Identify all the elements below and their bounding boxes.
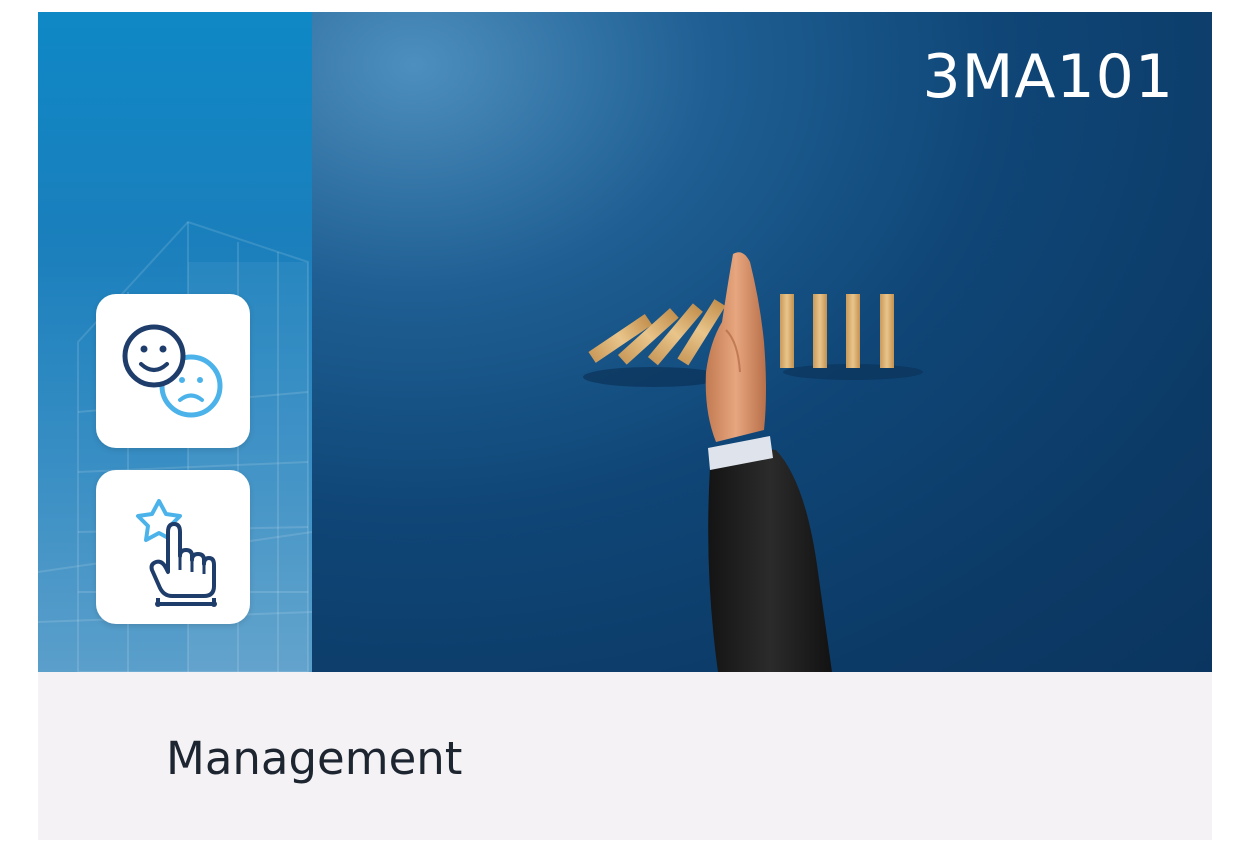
course-hero-image: 3MA101 <box>38 12 1212 672</box>
feedback-tile[interactable] <box>96 294 250 448</box>
course-title[interactable]: Management <box>166 732 462 785</box>
side-panel <box>38 12 312 672</box>
fallen-dominoes <box>588 299 726 366</box>
course-code: 3MA101 <box>922 42 1174 112</box>
course-card[interactable]: 3MA101 Management <box>38 12 1212 840</box>
rating-tile[interactable] <box>96 470 250 624</box>
smiley-frowny-feedback-icon <box>122 324 223 418</box>
standing-dominoes <box>780 294 894 368</box>
star-hand-pointer-icon <box>136 499 217 607</box>
